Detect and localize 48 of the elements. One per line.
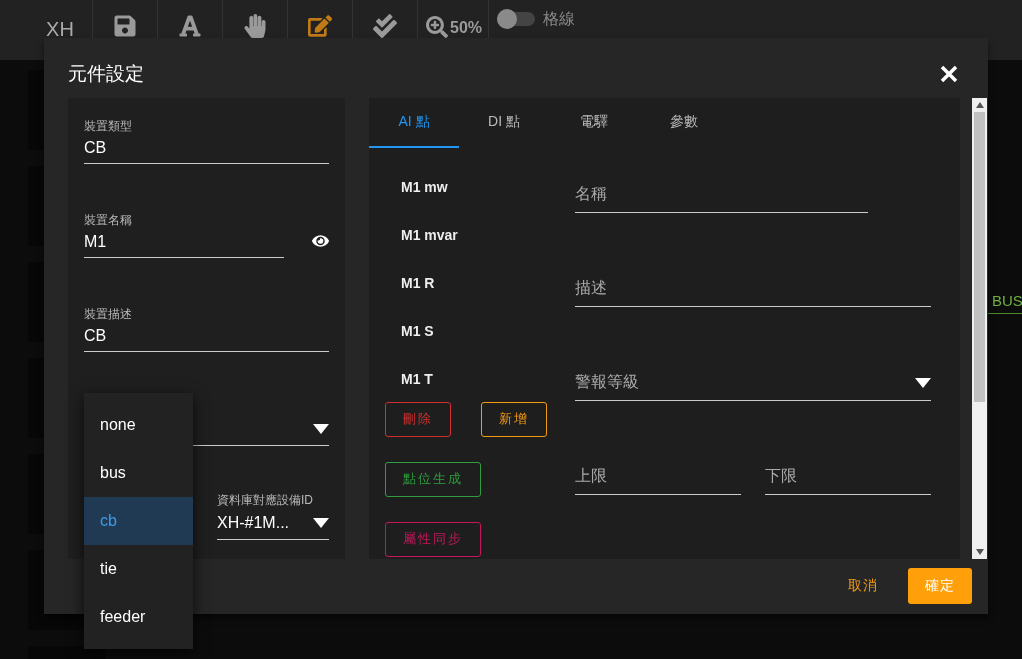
alarm-level-select[interactable]: 警報等級 — [575, 365, 931, 401]
description-field[interactable]: 描述 — [575, 271, 931, 307]
field-value: CB — [84, 326, 108, 345]
lower-limit-field[interactable]: 下限 — [765, 459, 931, 495]
bus-label: BUS — [992, 292, 1022, 309]
scrollbar[interactable] — [972, 97, 987, 559]
name-field[interactable]: 名稱 — [575, 177, 868, 213]
zoom-level: 50% — [450, 19, 483, 37]
point-item[interactable]: M1 S — [385, 314, 575, 363]
caret-icon — [915, 377, 931, 388]
point-item[interactable]: M1 R — [385, 266, 575, 315]
field-label: 裝置描述 — [84, 305, 133, 323]
action-button[interactable]: 點位生成 — [385, 461, 481, 497]
text-field[interactable]: 裝置描述 CB — [84, 305, 329, 352]
menu-item[interactable]: tie — [84, 544, 193, 593]
scroll-down-icon[interactable] — [975, 548, 984, 555]
action-button[interactable]: 新增 — [481, 401, 547, 437]
text-field[interactable]: 裝置類型 CB — [84, 117, 329, 164]
caret-icon — [313, 517, 329, 528]
cancel-button[interactable]: 取消 — [842, 576, 884, 597]
field-label: 資料庫對應設備ID — [217, 491, 314, 509]
upper-limit-field[interactable]: 上限 — [575, 459, 741, 495]
field-label: 裝置名稱 — [84, 211, 133, 229]
close-icon — [940, 64, 958, 83]
point-item[interactable]: M1 mw — [385, 170, 575, 219]
caret-icon — [313, 423, 329, 434]
tab[interactable]: AI 點 — [369, 97, 459, 148]
app-logo: XH — [46, 18, 74, 42]
field-value: M1 — [84, 232, 108, 251]
menu-item[interactable]: cb — [84, 496, 193, 545]
field-label: 裝置類型 — [84, 117, 133, 135]
toggle-label: 格線 — [543, 9, 576, 29]
field-value: CB — [84, 138, 108, 157]
select-field[interactable]: 資料庫對應設備ID XH-#1M... — [217, 491, 329, 540]
tab[interactable]: 電驛 — [549, 97, 639, 148]
scroll-up-icon[interactable] — [975, 101, 984, 108]
field-value: XH-#1M... — [217, 513, 289, 532]
menu-item[interactable]: feeder — [84, 592, 193, 641]
point-item[interactable]: M1 mvar — [385, 218, 575, 267]
menu-item[interactable]: none — [84, 400, 193, 449]
zoom-in-icon[interactable] — [426, 16, 448, 38]
grid-toggle[interactable] — [497, 12, 536, 26]
close-button[interactable] — [940, 64, 958, 83]
text-field[interactable]: 裝置名稱 M1 — [84, 211, 284, 258]
dialog-title: 元件設定 — [68, 61, 144, 86]
menu-item[interactable]: bus — [84, 448, 193, 497]
tab[interactable]: 參數 — [639, 97, 729, 148]
tab[interactable]: DI 點 — [459, 97, 549, 148]
